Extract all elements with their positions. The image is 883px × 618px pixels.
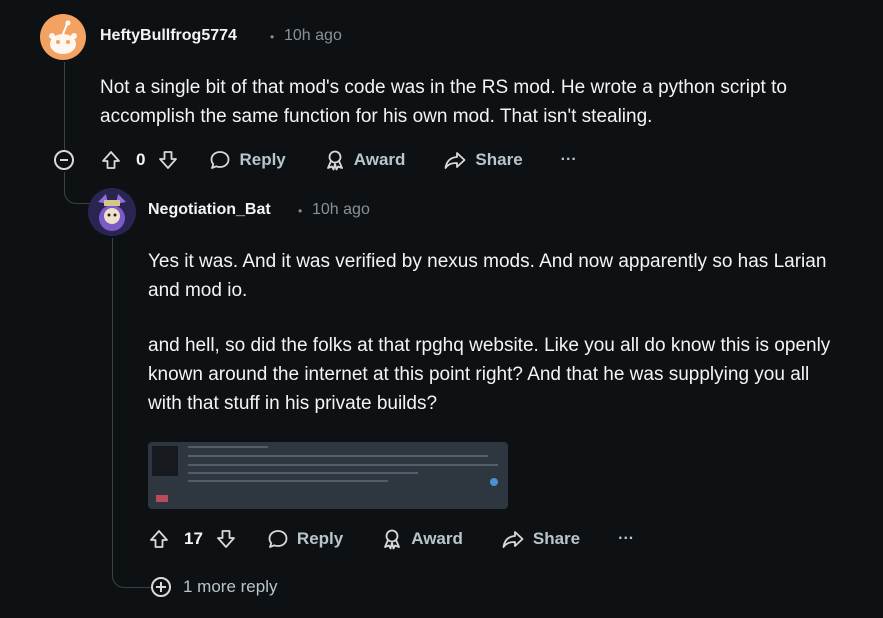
speech-bubble-icon <box>209 149 231 171</box>
thread-connector-more <box>112 558 151 588</box>
minus-circle-icon <box>60 159 68 161</box>
more-options-button[interactable]: ··· <box>561 151 577 169</box>
comment-paragraph: Yes it was. And it was verified by nexus… <box>148 251 827 301</box>
comment-timestamp[interactable]: 10h ago <box>312 201 370 219</box>
upvote-icon[interactable] <box>100 149 122 171</box>
separator-dot: • <box>270 30 275 44</box>
share-button[interactable]: Share <box>501 528 580 550</box>
downvote-icon[interactable] <box>157 149 179 171</box>
thread-line-reply <box>112 238 113 565</box>
share-arrow-icon <box>501 528 525 550</box>
award-button[interactable]: Award <box>324 149 406 171</box>
thread-connector-reply <box>64 172 91 204</box>
comment-timestamp[interactable]: 10h ago <box>284 27 342 45</box>
collapse-button[interactable] <box>54 150 74 170</box>
image-text-line <box>188 455 488 457</box>
avatar[interactable] <box>40 14 86 60</box>
share-arrow-icon <box>443 149 467 171</box>
image-icon <box>490 478 498 486</box>
more-options-button[interactable]: ··· <box>618 530 634 548</box>
share-button[interactable]: Share <box>443 149 523 171</box>
reply-label: Reply <box>239 150 286 169</box>
award-label: Award <box>353 150 406 169</box>
comment-body: Not a single bit of that mod's code was … <box>100 77 787 127</box>
image-flag <box>156 495 168 502</box>
reply-button[interactable]: Reply <box>209 149 286 171</box>
comment-author[interactable]: Negotiation_Bat <box>148 201 271 219</box>
image-avatar <box>152 446 178 476</box>
vote-score: 17 <box>184 529 203 548</box>
embedded-image[interactable] <box>148 442 508 509</box>
share-label: Share <box>475 150 523 169</box>
separator-dot: • <box>298 204 303 218</box>
reply-button[interactable]: Reply <box>267 528 343 550</box>
award-icon <box>381 528 403 550</box>
comment-paragraph: and hell, so did the folks at that rpghq… <box>148 335 831 414</box>
more-replies-label: 1 more reply <box>183 577 278 596</box>
comment-actions: 17 Reply Award Share ··· <box>148 521 634 557</box>
comment-actions: 0 Reply Award Share ··· <box>100 142 577 178</box>
more-replies-button[interactable]: 1 more reply <box>151 577 277 597</box>
image-text-line <box>188 446 268 448</box>
image-text-line <box>188 464 498 466</box>
speech-bubble-icon <box>267 528 289 550</box>
custom-avatar-icon <box>88 188 136 236</box>
downvote-icon[interactable] <box>215 528 237 550</box>
image-text-line <box>188 472 418 474</box>
upvote-icon[interactable] <box>148 528 170 550</box>
avatar[interactable] <box>88 188 136 236</box>
share-label: Share <box>532 529 581 548</box>
snoo-avatar-icon <box>49 20 77 54</box>
comment-author[interactable]: HeftyBullfrog5774 <box>100 27 237 45</box>
thread-line-main <box>64 62 65 150</box>
image-text-line <box>188 480 388 482</box>
reply-label: Reply <box>296 529 344 548</box>
award-icon <box>324 149 346 171</box>
award-button[interactable]: Award <box>381 528 463 550</box>
plus-circle-icon <box>151 577 171 597</box>
award-label: Award <box>411 529 463 548</box>
vote-score: 0 <box>136 150 146 169</box>
